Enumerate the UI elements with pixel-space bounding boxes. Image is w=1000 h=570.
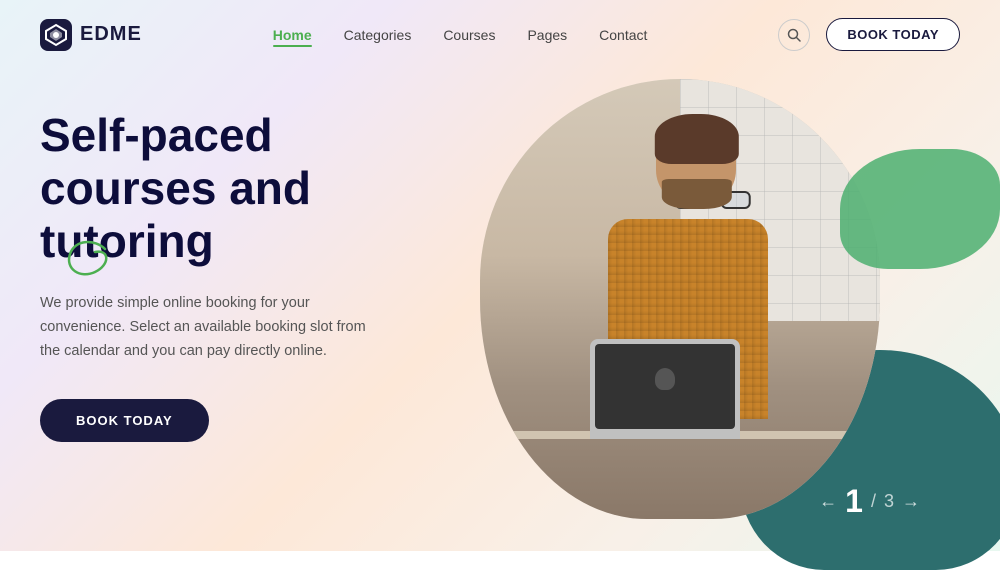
green-blob-decoration [840,149,1000,269]
person-beard [662,179,732,209]
search-icon [787,28,801,42]
hero-text-section: Self-paced courses and tutoring We provi… [40,69,460,442]
laptop-logo [655,368,675,390]
book-today-header-button[interactable]: BOOK TODAY [826,18,960,51]
pagination-next-arrow[interactable]: → [902,491,920,512]
pagination: ← 1 / 3 → [819,483,920,520]
nav-item-contact[interactable]: Contact [599,27,647,43]
person-hair [655,114,739,164]
nav-item-courses[interactable]: Courses [443,27,495,43]
nav-item-home[interactable]: Home [273,27,312,43]
book-today-hero-button[interactable]: BOOK TODAY [40,399,209,442]
hero-description: We provide simple online booking for you… [40,292,380,364]
nav-item-pages[interactable]: Pages [527,27,567,43]
header: EDME Home Categories Courses Pages Conta… [0,0,1000,69]
logo: EDME [40,19,142,51]
logo-text: EDME [80,23,142,46]
laptop [590,339,740,439]
pagination-separator: / [871,491,876,512]
pagination-current: 1 [845,483,863,520]
nav-actions: BOOK TODAY [778,18,960,51]
logo-icon [40,19,72,51]
nav: Home Categories Courses Pages Contact [273,27,648,43]
pagination-total: 3 [884,491,894,512]
nav-item-categories[interactable]: Categories [344,27,412,43]
hero-image-section: ← 1 / 3 → [460,69,960,550]
hero-image-blob [480,79,880,519]
search-button[interactable] [778,19,810,51]
person-photo [480,79,880,519]
curl-decoration [60,234,120,294]
pagination-prev-arrow[interactable]: ← [819,491,837,512]
main-content: Self-paced courses and tutoring We provi… [0,69,1000,550]
